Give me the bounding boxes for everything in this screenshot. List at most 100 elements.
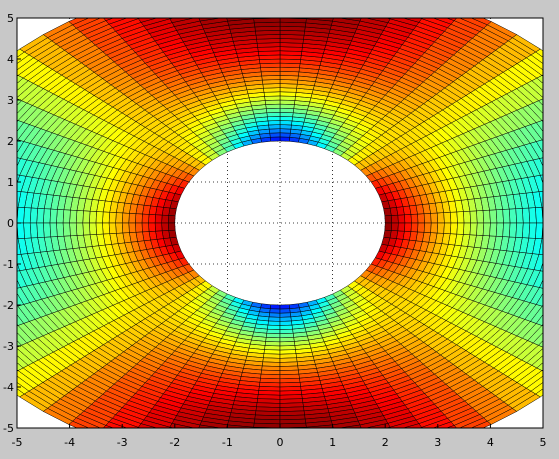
- mesh-cell: [0, 116, 12, 134]
- mesh-cell: [0, 189, 2, 206]
- mesh-cell: [62, 222, 71, 237]
- mesh-cell: [75, 222, 84, 236]
- mesh-cell: [547, 70, 559, 89]
- mesh-cell: [264, 341, 281, 347]
- mesh-cell: [133, 431, 163, 443]
- mesh-cell: [267, 116, 281, 122]
- mesh-cell: [522, 222, 531, 239]
- mesh-cell: [279, 328, 294, 334]
- mesh-cell: [193, 1, 223, 9]
- mesh-cell: [17, 369, 19, 372]
- mesh-cell: [541, 119, 543, 123]
- mesh-cell: [404, 222, 412, 232]
- mesh-cell: [268, 124, 281, 130]
- mesh-cell: [549, 223, 557, 239]
- mesh-cell: [397, 214, 406, 224]
- mesh-cell: [401, 439, 432, 451]
- mesh-cell: [555, 336, 559, 355]
- mesh-cell: [0, 114, 7, 133]
- mesh-cell: [443, 212, 452, 224]
- mesh-cell: [418, 427, 423, 428]
- mesh-cell: [0, 315, 1, 334]
- mesh-cell: [269, 308, 281, 314]
- mesh-cell: [128, 213, 137, 224]
- mesh-cell: [553, 114, 559, 133]
- mesh-cell: [264, 345, 281, 351]
- mesh-cell: [417, 213, 425, 224]
- mesh-cell: [368, 0, 399, 7]
- mesh-cell: [489, 222, 498, 237]
- mesh-cell: [148, 222, 156, 232]
- mesh-cell: [397, 3, 427, 15]
- mesh-cell: [423, 222, 432, 233]
- mesh-cell: [0, 357, 13, 376]
- mesh-cell: [463, 210, 471, 224]
- mesh-cell: [141, 222, 150, 233]
- mesh-cell: [0, 190, 8, 207]
- mesh-cell: [17, 119, 19, 123]
- mesh-cell: [264, 99, 281, 105]
- mesh-cell: [279, 120, 293, 126]
- mesh-cell: [280, 10, 308, 15]
- mesh-cell: [547, 357, 559, 376]
- mesh-cell: [450, 222, 458, 235]
- mesh-cell: [502, 208, 511, 224]
- mesh-cell: [549, 207, 557, 223]
- mesh-cell: [36, 208, 45, 224]
- mesh-cell: [544, 332, 559, 350]
- y-tick-label: -2: [3, 299, 14, 312]
- mesh-cell: [0, 206, 5, 223]
- mesh-cell: [0, 154, 8, 172]
- mesh-cell: [0, 172, 7, 189]
- mesh-cell: [95, 222, 104, 235]
- mesh-cell: [69, 222, 78, 237]
- mesh-cell: [279, 99, 296, 105]
- y-tick-label: -5: [3, 422, 14, 435]
- mesh-cell: [280, 448, 310, 453]
- mesh-cell: [279, 320, 293, 326]
- mesh-cell: [0, 91, 5, 110]
- mesh-cell: [161, 0, 192, 7]
- mesh-cell: [336, 433, 365, 441]
- mesh-cell: [552, 239, 559, 256]
- mesh-cell: [548, 311, 559, 329]
- mesh-cell: [546, 156, 559, 173]
- mesh-cell: [385, 18, 391, 20]
- mesh-cell: [476, 210, 485, 224]
- mesh-cell: [124, 442, 156, 454]
- mesh-cell: [137, 18, 142, 19]
- mesh-cell: [280, 435, 308, 440]
- mesh-cell: [308, 7, 336, 14]
- mesh-cell: [263, 353, 281, 359]
- mesh-cell: [418, 18, 423, 19]
- mesh-cell: [482, 209, 491, 224]
- mesh-cell: [5, 239, 15, 256]
- x-tick-label: 3: [434, 436, 441, 449]
- mesh-cell: [410, 222, 419, 233]
- mesh-cell: [269, 136, 281, 142]
- y-tick-label: -1: [3, 258, 14, 271]
- mesh-cell: [267, 120, 281, 126]
- mesh-cell: [423, 213, 432, 224]
- x-tick-label: 1: [329, 436, 336, 449]
- mesh-cell: [135, 222, 143, 233]
- mesh-cell: [23, 207, 32, 224]
- mesh-cell: [0, 171, 1, 189]
- mesh-cell: [115, 222, 124, 234]
- mesh-cell: [135, 213, 143, 224]
- mesh-cell: [545, 239, 555, 256]
- mesh-cell: [252, 10, 280, 15]
- mesh-cell: [225, 11, 253, 17]
- x-tick-label: -3: [117, 436, 128, 449]
- mesh-cell: [430, 4, 461, 17]
- mesh-cell: [56, 209, 65, 224]
- mesh-cell: [515, 222, 524, 238]
- y-tick-label: 0: [7, 217, 14, 230]
- mesh-cell: [267, 324, 281, 330]
- mesh-cell: [121, 212, 130, 224]
- mesh-cell: [165, 5, 195, 15]
- mesh-cell: [124, 0, 156, 4]
- mesh-cell: [548, 292, 559, 310]
- mesh-cell: [108, 222, 117, 234]
- mesh-cell: [279, 324, 293, 330]
